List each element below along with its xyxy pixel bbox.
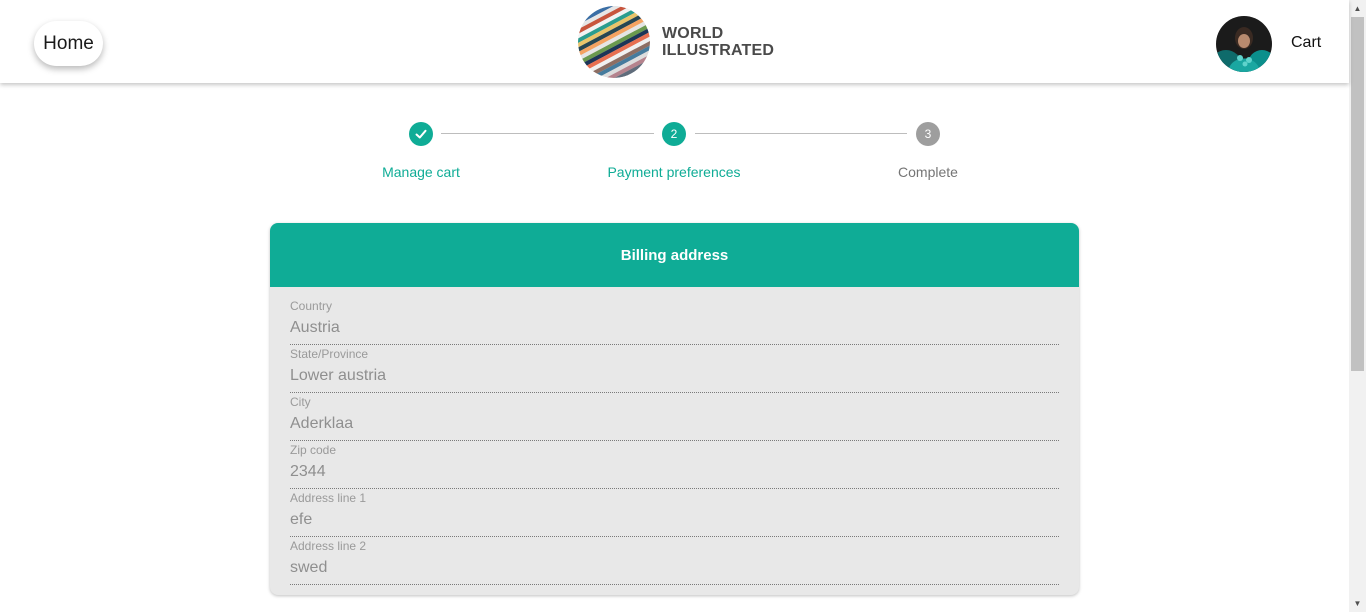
country-input[interactable] [290,315,1059,341]
billing-address-title: Billing address [620,246,729,264]
page-scrollbar[interactable]: ▲ ▼ [1349,0,1366,612]
address-line-2-label: Address line 2 [290,539,367,553]
cart-link[interactable]: Cart [1291,34,1321,52]
country-label: Country [290,299,333,313]
address-line-2-field: Address line 2 [290,537,1059,585]
address-line-1-label: Address line 1 [290,491,367,505]
step-connector-1 [441,133,654,134]
address-line-1-input[interactable] [290,507,1059,533]
home-button[interactable]: Home [34,21,103,66]
state-province-label: State/Province [290,347,369,361]
site-logo[interactable]: WORLD ILLUSTRATED [578,5,778,79]
billing-address-card: Billing address Country State/Province C… [270,223,1079,595]
top-header: Home WORLD ILLUSTRATED Cart [0,0,1349,83]
logo-wordmark: WORLD ILLUSTRATED [662,25,774,59]
step-2-label[interactable]: Payment preferences [574,164,774,180]
zip-code-label: Zip code [290,443,337,457]
billing-address-header: Billing address [270,223,1079,287]
scroll-up-arrow-icon[interactable]: ▲ [1349,0,1366,17]
step-3-label[interactable]: Complete [828,164,1028,180]
scroll-down-arrow-icon[interactable]: ▼ [1349,595,1366,612]
step-2-indicator[interactable]: 2 [662,122,686,146]
scrollbar-thumb[interactable] [1351,17,1364,371]
step-2-number: 2 [670,127,678,141]
checkout-page: Home WORLD ILLUSTRATED Cart 2 3 Manage c… [0,0,1349,612]
step-3-number: 3 [924,127,932,141]
zip-code-field: Zip code [290,441,1059,489]
state-province-input[interactable] [290,363,1059,389]
striped-globe-logo-icon [578,6,650,78]
step-connector-2 [695,133,907,134]
step-3-indicator[interactable]: 3 [916,122,940,146]
logo-line-1: WORLD [662,25,724,42]
city-label: City [290,395,311,409]
billing-fields: Country State/Province City Zip code Add… [270,287,1079,585]
address-line-2-input[interactable] [290,555,1059,581]
country-field: Country [290,297,1059,345]
step-1-indicator[interactable] [409,122,433,146]
step-1-label[interactable]: Manage cart [321,164,521,180]
user-avatar-icon[interactable] [1216,16,1272,72]
zip-code-input[interactable] [290,459,1059,485]
state-province-field: State/Province [290,345,1059,393]
address-line-1-field: Address line 1 [290,489,1059,537]
logo-line-2: ILLUSTRATED [662,42,775,59]
city-input[interactable] [290,411,1059,437]
city-field: City [290,393,1059,441]
check-icon [415,129,427,139]
